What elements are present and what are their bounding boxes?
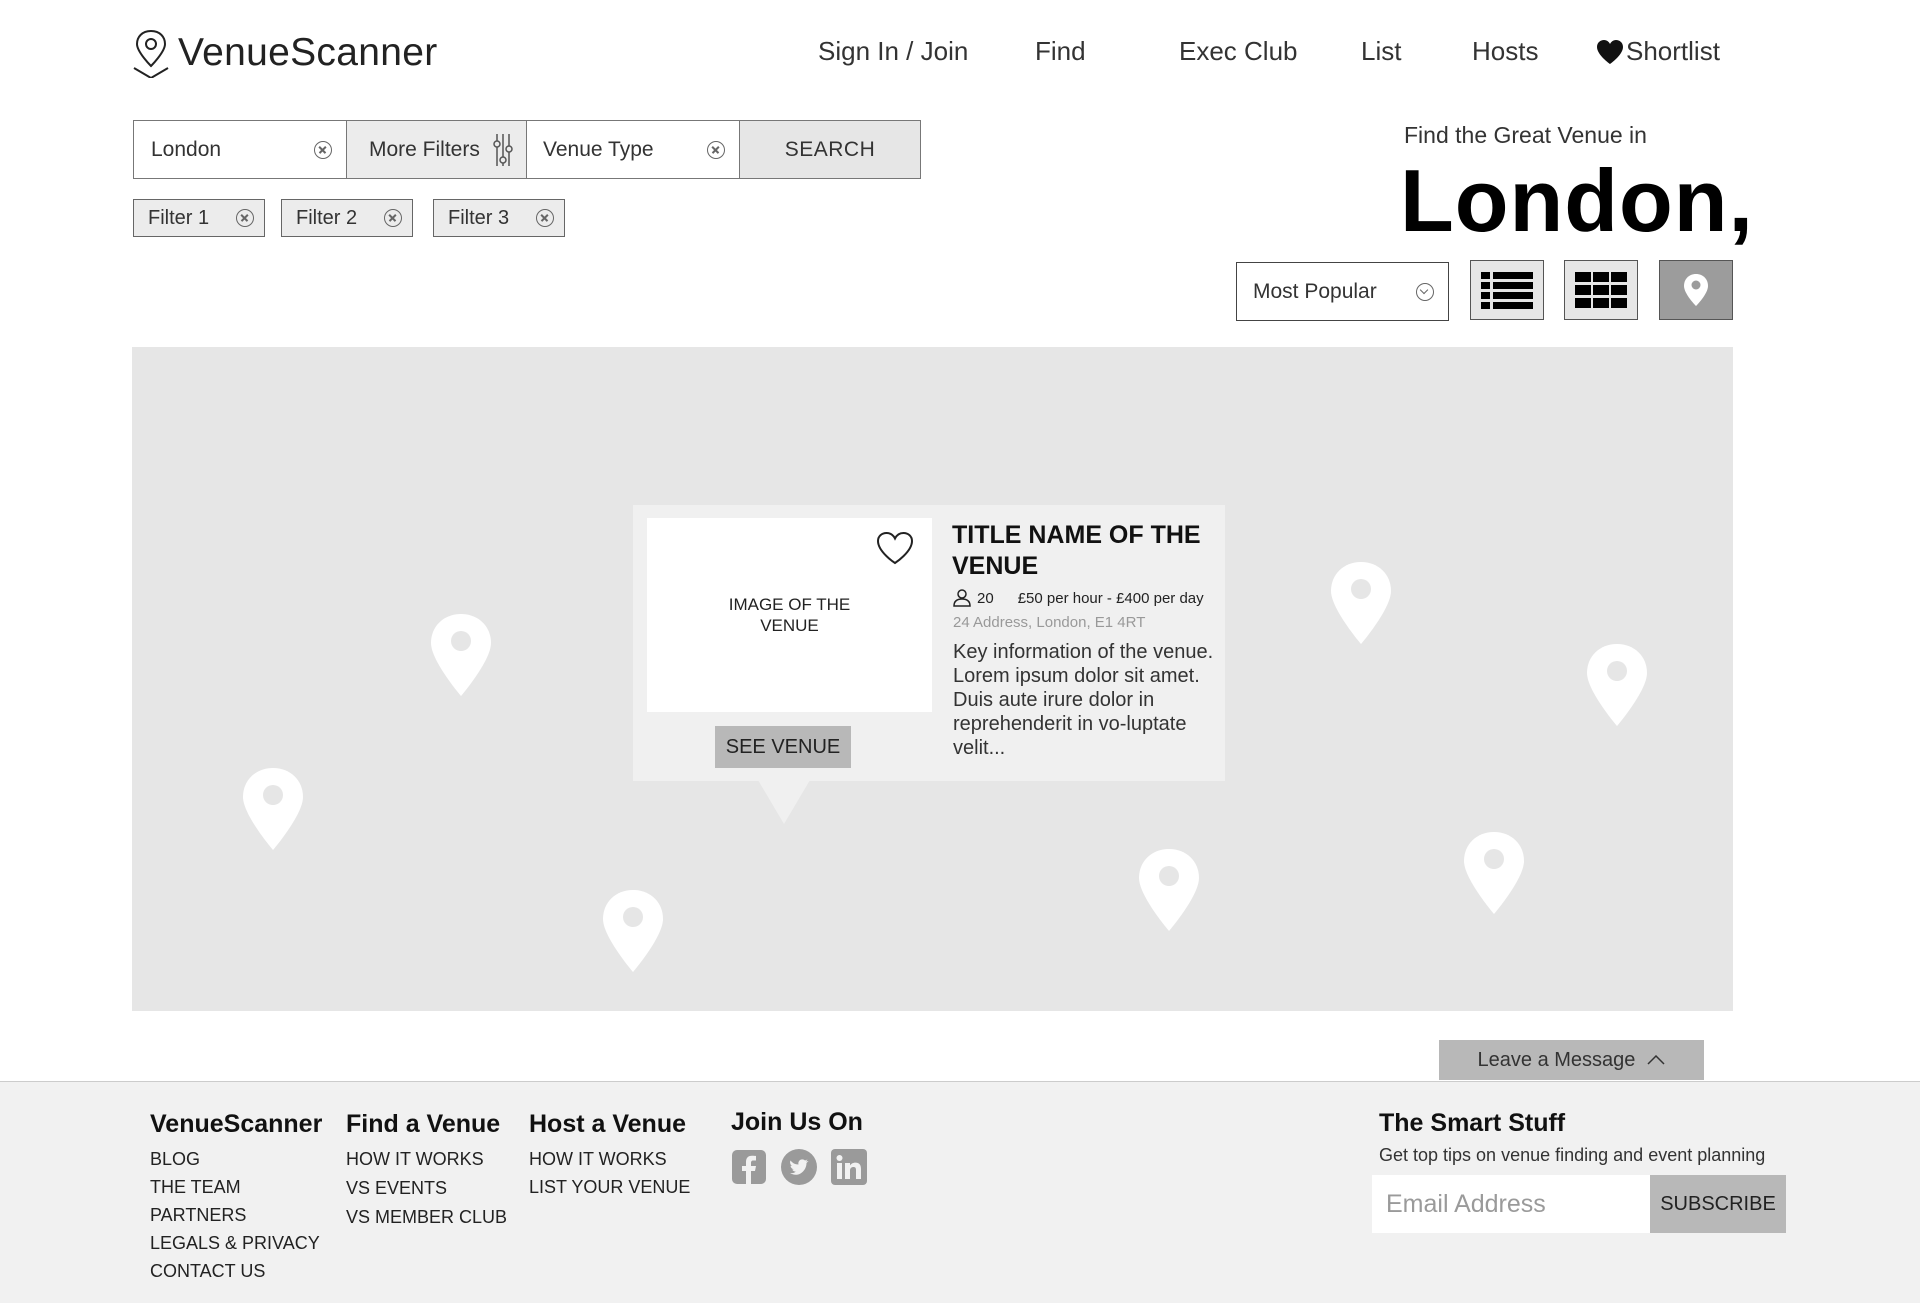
clear-location-icon[interactable] bbox=[314, 140, 332, 159]
footer-link-vs-events[interactable]: VS EVENTS bbox=[346, 1174, 507, 1203]
venue-description: Key information of the venue. Lorem ipsu… bbox=[953, 641, 1214, 759]
facebook-icon[interactable] bbox=[731, 1149, 767, 1185]
search-button[interactable]: SEARCH bbox=[740, 121, 920, 178]
map-pin-icon[interactable] bbox=[1463, 831, 1525, 915]
twitter-icon[interactable] bbox=[781, 1149, 817, 1185]
map-pin-icon[interactable] bbox=[1330, 561, 1392, 645]
venue-type-value: Venue Type bbox=[543, 137, 654, 161]
footer-col-find: Find a Venue HOW IT WORKS VS EVENTS VS M… bbox=[346, 1110, 507, 1232]
filter-chip-2[interactable]: Filter 2 bbox=[281, 199, 413, 237]
venue-type-field[interactable]: Venue Type bbox=[527, 121, 740, 178]
clear-venue-type-icon[interactable] bbox=[707, 140, 725, 159]
filter-chip-label: Filter 2 bbox=[296, 206, 358, 229]
map-pin-icon[interactable] bbox=[602, 889, 664, 973]
location-field[interactable]: London bbox=[134, 121, 347, 178]
nav-find[interactable]: Find bbox=[1035, 36, 1086, 67]
map-view-icon bbox=[1684, 274, 1708, 306]
remove-filter-icon[interactable] bbox=[236, 209, 254, 227]
map-pin-icon[interactable] bbox=[242, 767, 304, 851]
footer-link-team[interactable]: THE TEAM bbox=[150, 1173, 322, 1201]
footer-link-contact[interactable]: CONTACT US bbox=[150, 1257, 322, 1285]
location-value: London bbox=[151, 137, 222, 161]
grid-view-button[interactable] bbox=[1564, 260, 1638, 320]
filter-chip-1[interactable]: Filter 1 bbox=[133, 199, 265, 237]
footer-link-member-club[interactable]: VS MEMBER CLUB bbox=[346, 1203, 507, 1232]
footer-col-venuescanner: VenueScanner BLOG THE TEAM PARTNERS LEGA… bbox=[150, 1110, 322, 1285]
footer-heading: Host a Venue bbox=[529, 1110, 686, 1138]
heart-icon bbox=[1597, 39, 1623, 64]
filter-chip-label: Filter 3 bbox=[448, 206, 510, 229]
footer-heading: VenueScanner bbox=[150, 1110, 323, 1138]
footer-link-host-how-it-works[interactable]: HOW IT WORKS bbox=[529, 1145, 690, 1173]
footer-heading: Join Us On bbox=[731, 1108, 863, 1136]
heart-outline-icon[interactable] bbox=[876, 531, 914, 565]
list-view-button[interactable] bbox=[1470, 260, 1544, 320]
newsletter-title: The Smart Stuff bbox=[1379, 1109, 1566, 1137]
social-links bbox=[731, 1149, 867, 1185]
hero-subtitle: Find the Great Venue in bbox=[1404, 122, 1647, 148]
footer-col-host: Host a Venue HOW IT WORKS LIST YOUR VENU… bbox=[529, 1110, 690, 1201]
footer-heading: Find a Venue bbox=[346, 1110, 501, 1138]
hero-city: London, bbox=[1400, 151, 1754, 250]
nav-exec-club[interactable]: Exec Club bbox=[1179, 36, 1298, 67]
email-field[interactable] bbox=[1372, 1175, 1650, 1233]
remove-filter-icon[interactable] bbox=[536, 209, 554, 227]
venue-meta: 20 £50 per hour - £400 per day bbox=[953, 589, 1204, 607]
chevron-down-icon bbox=[1416, 282, 1434, 301]
footer-link-how-it-works[interactable]: HOW IT WORKS bbox=[346, 1145, 507, 1174]
nav-shortlist-label: Shortlist bbox=[1626, 36, 1720, 66]
filter-chip-label: Filter 1 bbox=[148, 206, 210, 229]
venue-title[interactable]: TITLE NAME OF THE VENUE bbox=[952, 520, 1222, 582]
venue-price: £50 per hour - £400 per day bbox=[1017, 589, 1204, 607]
location-pin-outline-icon bbox=[133, 29, 169, 78]
map-view-button[interactable] bbox=[1659, 260, 1733, 320]
map-pin-icon[interactable] bbox=[430, 613, 492, 697]
linkedin-icon[interactable] bbox=[831, 1149, 867, 1185]
brand-name: VenueScanner bbox=[178, 31, 438, 74]
filter-chip-3[interactable]: Filter 3 bbox=[433, 199, 565, 237]
list-view-icon bbox=[1481, 272, 1533, 309]
footer-col-social: Join Us On bbox=[731, 1108, 867, 1185]
footer-link-partners[interactable]: PARTNERS bbox=[150, 1201, 322, 1229]
more-filters-button[interactable]: More Filters bbox=[347, 121, 527, 178]
popup-pointer bbox=[758, 780, 810, 824]
more-filters-label: More Filters bbox=[369, 137, 480, 161]
venue-image-text: IMAGE OF THE VENUE bbox=[728, 595, 851, 635]
sort-selected: Most Popular bbox=[1253, 279, 1377, 303]
map-pin-icon[interactable] bbox=[1586, 643, 1648, 727]
footer-link-legals[interactable]: LEGALS & PRIVACY bbox=[150, 1229, 322, 1257]
leave-message-button[interactable]: Leave a Message bbox=[1439, 1040, 1704, 1080]
leave-message-label: Leave a Message bbox=[1477, 1048, 1636, 1071]
person-icon bbox=[953, 589, 971, 607]
remove-filter-icon[interactable] bbox=[384, 209, 402, 227]
subscribe-button[interactable]: SUBSCRIBE bbox=[1650, 1175, 1786, 1233]
chevron-up-icon bbox=[1647, 1055, 1665, 1065]
brand-logo[interactable]: VenueScanner bbox=[132, 28, 437, 78]
venue-address: 24 Address, London, E1 4RT bbox=[953, 614, 1146, 631]
nav-list[interactable]: List bbox=[1361, 36, 1401, 67]
search-bar: London More Filters Venue Type SEARCH bbox=[133, 120, 921, 179]
map-pin-icon[interactable] bbox=[1138, 848, 1200, 932]
footer-link-blog[interactable]: BLOG bbox=[150, 1145, 322, 1173]
sliders-icon bbox=[493, 133, 513, 166]
nav-shortlist[interactable]: Shortlist bbox=[1596, 36, 1720, 67]
nav-hosts[interactable]: Hosts bbox=[1472, 36, 1538, 67]
nav-sign-in[interactable]: Sign In / Join bbox=[818, 36, 968, 67]
grid-view-icon bbox=[1575, 272, 1627, 308]
newsletter-subtitle: Get top tips on venue finding and event … bbox=[1379, 1145, 1766, 1165]
footer-link-list-venue[interactable]: LIST YOUR VENUE bbox=[529, 1173, 690, 1201]
see-venue-button[interactable]: SEE VENUE bbox=[715, 726, 851, 768]
sort-select[interactable]: Most Popular bbox=[1236, 262, 1449, 321]
venue-capacity: 20 bbox=[977, 589, 994, 607]
